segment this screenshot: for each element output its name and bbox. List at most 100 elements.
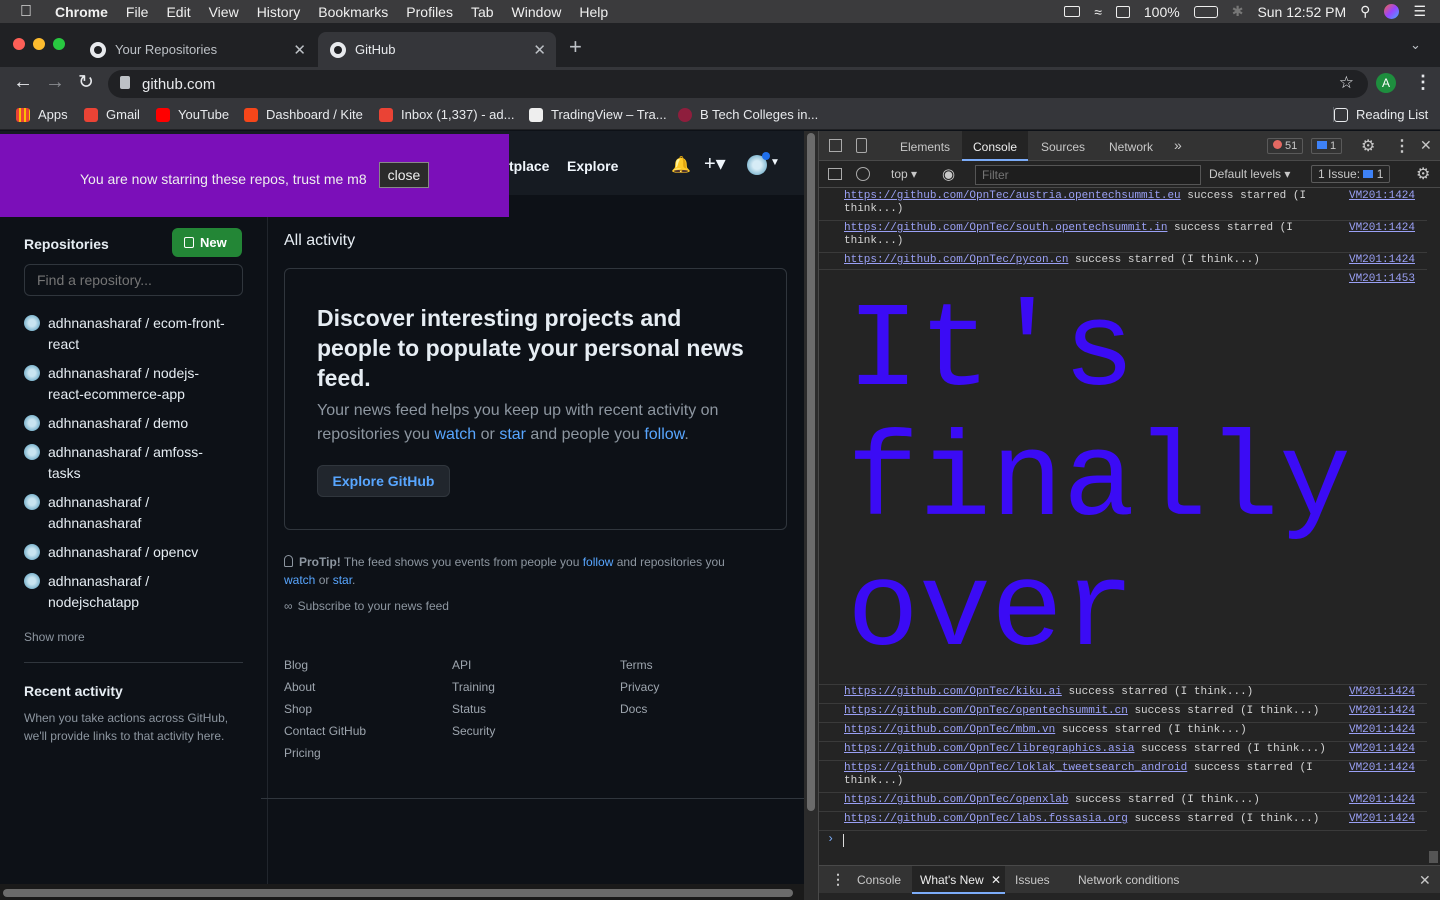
banner-close-button[interactable]: close — [379, 162, 429, 188]
battery-icon[interactable] — [1193, 5, 1218, 18]
drawer-tab-console[interactable]: Console — [857, 873, 901, 887]
bookmark-tradingview[interactable]: TradingView – Tra... — [529, 107, 667, 122]
window-zoom-button[interactable] — [53, 38, 65, 50]
menu-profiles[interactable]: Profiles — [397, 4, 462, 20]
back-icon[interactable]: ← — [13, 71, 33, 94]
tab-your-repositories[interactable]: Your Repositories ✕ — [78, 32, 316, 67]
console-input-cursor[interactable] — [843, 834, 844, 847]
repo-item-demo[interactable]: adhnanasharaf / demo — [24, 413, 188, 434]
log-source-link[interactable]: VM201:1424 — [1349, 743, 1415, 755]
menu-app-name[interactable]: Chrome — [46, 4, 117, 20]
apple-menu-icon[interactable]:  — [0, 3, 46, 21]
menu-tab[interactable]: Tab — [462, 4, 503, 20]
page-horizontal-scroll-thumb[interactable] — [3, 889, 793, 897]
tab-close-icon[interactable]: ✕ — [293, 41, 306, 59]
menu-help[interactable]: Help — [570, 4, 617, 20]
page-horizontal-scrollbar[interactable] — [0, 884, 804, 900]
log-url-link[interactable]: https://github.com/OpnTec/south.opentech… — [844, 222, 1167, 234]
message-count-badge[interactable]: 1 — [1311, 138, 1343, 154]
clear-console-icon[interactable] — [856, 167, 870, 181]
siri-icon[interactable] — [1384, 4, 1400, 19]
browser-menu-icon[interactable]: ⋮ — [1414, 72, 1432, 93]
menu-file[interactable]: File — [117, 4, 158, 20]
devtools-settings-gear-icon[interactable]: ⚙ — [1361, 136, 1375, 156]
show-more-link[interactable]: Show more — [24, 630, 85, 644]
devtools-tab-network[interactable]: Network — [1109, 140, 1153, 154]
console-settings-gear-icon[interactable]: ⚙ — [1416, 164, 1430, 184]
log-source-link[interactable]: VM201:1424 — [1349, 724, 1415, 736]
devtools-tab-elements[interactable]: Elements — [900, 140, 950, 154]
window-close-button[interactable] — [13, 38, 25, 50]
log-source-link[interactable]: VM201:1424 — [1349, 705, 1415, 717]
protip-star-link[interactable]: star — [333, 573, 352, 587]
spotlight-icon[interactable]: ⚲ — [1360, 3, 1370, 20]
bookmark-kite[interactable]: Dashboard / Kite — [244, 107, 363, 122]
bookmark-youtube[interactable]: YouTube — [156, 107, 229, 122]
new-repo-button[interactable]: New — [172, 228, 242, 257]
drawer-tab-close-icon[interactable]: ✕ — [991, 873, 1001, 887]
explore-github-button[interactable]: Explore GitHub — [317, 465, 450, 497]
devtools-tab-console[interactable]: Console — [962, 131, 1028, 161]
drawer-close-icon[interactable]: ✕ — [1419, 872, 1431, 889]
page-vertical-scroll-thumb[interactable] — [807, 133, 815, 811]
wifi-icon[interactable]: ≈ — [1094, 4, 1102, 20]
protip-follow-link[interactable]: follow — [583, 555, 614, 569]
footer-security[interactable]: Security — [452, 724, 495, 738]
footer-docs[interactable]: Docs — [620, 702, 647, 716]
follow-link[interactable]: follow — [644, 426, 684, 443]
drawer-tab-whats-new[interactable]: What's New ✕ — [912, 866, 1005, 894]
menu-bookmarks[interactable]: Bookmarks — [309, 4, 397, 20]
nav-explore[interactable]: Explore — [567, 158, 618, 174]
log-source-link[interactable]: VM201:1424 — [1349, 190, 1415, 202]
protip-watch-link[interactable]: watch — [284, 573, 315, 587]
bookmark-gmail[interactable]: Gmail — [84, 107, 140, 122]
console-vertical-scrollbar[interactable] — [1427, 188, 1440, 865]
bookmark-inbox[interactable]: Inbox (1,337) - ad... — [379, 107, 514, 122]
log-source-link[interactable]: VM201:1424 — [1349, 794, 1415, 806]
repo-item-adhnanasharaf[interactable]: adhnanasharaf / adhnanasharaf — [24, 492, 149, 534]
footer-privacy[interactable]: Privacy — [620, 680, 659, 694]
reading-list[interactable]: Reading List — [1333, 107, 1428, 122]
repo-item-nodejs-react-ecommerce-app[interactable]: adhnanasharaf / nodejs-react-ecommerce-a… — [24, 363, 199, 405]
drawer-tab-network-conditions[interactable]: Network conditions — [1078, 873, 1179, 887]
repo-item-nodejschatapp[interactable]: adhnanasharaf / nodejschatapp — [24, 571, 149, 613]
log-url-link[interactable]: https://github.com/OpnTec/openxlab — [844, 794, 1068, 806]
control-icon[interactable] — [1115, 5, 1130, 18]
profile-avatar[interactable]: A — [1376, 73, 1396, 93]
repo-item-ecom-front-react[interactable]: adhnanasharaf / ecom-front-react — [24, 313, 225, 355]
bookmark-apps[interactable]: Apps — [16, 107, 68, 122]
nav-marketplace[interactable]: tplace — [509, 158, 549, 174]
live-expression-eye-icon[interactable]: ◉ — [942, 165, 955, 183]
devtools-tab-sources[interactable]: Sources — [1041, 140, 1085, 154]
keyboard-icon[interactable] — [1064, 6, 1081, 17]
reload-icon[interactable]: ↻ — [78, 71, 94, 94]
drawer-menu-icon[interactable]: ⋮ — [831, 871, 845, 888]
tab-search-icon[interactable]: ⌄ — [1410, 37, 1421, 53]
log-source-link[interactable]: VM201:1424 — [1349, 254, 1415, 266]
context-selector[interactable]: top ▾ — [891, 167, 917, 181]
bluetooth-icon[interactable]: ✱ — [1232, 3, 1244, 20]
new-tab-icon[interactable]: + — [569, 34, 582, 60]
window-minimize-button[interactable] — [33, 38, 45, 50]
footer-pricing[interactable]: Pricing — [284, 746, 321, 760]
watch-link[interactable]: watch — [434, 426, 476, 443]
drawer-tab-issues[interactable]: Issues — [1015, 873, 1050, 887]
notifications-bell-icon[interactable]: 🔔 — [671, 155, 691, 175]
footer-status[interactable]: Status — [452, 702, 486, 716]
console-sidebar-toggle-icon[interactable] — [828, 168, 842, 180]
star-link[interactable]: star — [499, 426, 526, 443]
bookmark-star-icon[interactable]: ☆ — [1339, 73, 1354, 93]
create-new-plus-icon[interactable]: +▾ — [704, 151, 726, 176]
console-filter-input[interactable] — [975, 165, 1201, 185]
log-url-link[interactable]: https://github.com/OpnTec/austria.opente… — [844, 190, 1181, 202]
console-scroll-thumb[interactable] — [1429, 851, 1438, 863]
menu-history[interactable]: History — [248, 4, 310, 20]
more-tabs-chevron-icon[interactable]: » — [1174, 137, 1182, 153]
page-vertical-scrollbar[interactable] — [804, 131, 818, 900]
lock-icon[interactable] — [120, 76, 130, 89]
subscribe-feed-link[interactable]: ∞ Subscribe to your news feed — [284, 599, 449, 613]
bookmark-btech[interactable]: B Tech Colleges in... — [678, 107, 818, 122]
address-bar[interactable]: github.com ☆ — [108, 70, 1368, 98]
control-center-icon[interactable]: ☰ — [1413, 3, 1426, 20]
footer-terms[interactable]: Terms — [620, 658, 653, 672]
